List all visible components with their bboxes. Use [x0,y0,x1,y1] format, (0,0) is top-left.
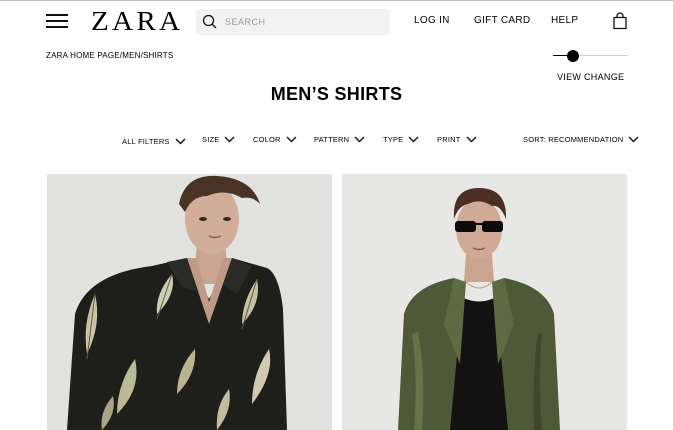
chevron-down-icon [466,136,476,143]
view-change-slider[interactable] [553,49,628,63]
filter-color[interactable]: COLOR [253,135,297,144]
shopping-bag-icon[interactable] [612,12,628,35]
view-change-label: VIEW CHANGE [557,72,625,82]
giftcard-link[interactable]: GIFT CARD [474,15,530,26]
filter-pattern-label: PATTERN [314,135,350,144]
filter-pattern[interactable]: PATTERN [314,135,365,144]
breadcrumb[interactable]: ZARA HOME PAGE/MEN/SHIRTS [46,51,173,60]
hamburger-menu-icon[interactable] [46,14,68,28]
top-border [0,0,673,1]
filter-print-label: PRINT [437,135,461,144]
sort-label: SORT: RECOMMENDATION [523,135,624,144]
filter-type[interactable]: TYPE [383,135,419,144]
sort-dropdown[interactable]: SORT: RECOMMENDATION [523,135,639,144]
page-title: MEN’S SHIRTS [270,84,403,104]
chevron-down-icon [408,136,419,143]
filter-size-label: SIZE [202,135,220,144]
zara-logo[interactable]: ZARA [91,6,183,37]
product-image [47,174,332,430]
chevron-down-icon [286,136,297,143]
search-bar[interactable] [196,9,390,35]
slider-knob[interactable] [567,50,579,62]
chevron-down-icon [224,136,235,143]
product-card[interactable] [342,174,627,430]
chevron-down-icon [628,136,639,143]
product-image [342,174,627,430]
filter-color-label: COLOR [253,135,281,144]
filter-all[interactable]: ALL FILTERS [122,137,186,146]
filter-size[interactable]: SIZE [202,135,235,144]
search-input[interactable] [225,12,385,32]
filter-all-label: ALL FILTERS [122,137,170,146]
search-icon [202,14,217,29]
product-card[interactable] [47,174,332,430]
filter-type-label: TYPE [383,135,404,144]
filter-print[interactable]: PRINT [437,135,477,144]
login-link[interactable]: LOG IN [414,15,450,26]
chevron-down-icon [175,138,186,145]
chevron-down-icon [354,136,365,143]
help-link[interactable]: HELP [551,15,578,26]
